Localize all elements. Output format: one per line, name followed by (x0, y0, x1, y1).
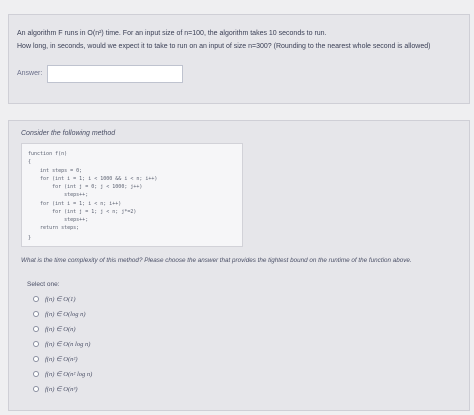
code-line: { (28, 159, 32, 165)
code-line: steps++; (28, 217, 89, 223)
code-block: function f(n) { int steps = 0; for (int … (21, 143, 243, 247)
code-line: for (int j = 0; j < 1000; j++) (28, 184, 143, 190)
option-label: f(n) ∈ O(1) (45, 296, 76, 303)
option-label: f(n) ∈ O(n³) (45, 386, 78, 393)
code-line: for (int i = 1; i < 1000 && i < n; i++) (28, 176, 158, 182)
question-2-title: Consider the following method (21, 130, 116, 137)
question-2-panel: Consider the following method function f… (8, 120, 470, 411)
code-line: int steps = 0; (28, 168, 83, 174)
option-label: f(n) ∈ O(n²) (45, 356, 78, 363)
code-line: for (int j = 1; j < n; j*=2) (28, 209, 137, 215)
option-label: f(n) ∈ O(n log n) (45, 341, 91, 348)
radio-button[interactable] (33, 356, 39, 362)
radio-button[interactable] (33, 326, 39, 332)
option-label: f(n) ∈ O(n) (45, 326, 76, 333)
option-o-1[interactable]: f(n) ∈ O(1) (33, 293, 76, 305)
answer-label: Answer: (17, 70, 43, 77)
code-line: function f(n) (28, 151, 68, 157)
option-o-log-n[interactable]: f(n) ∈ O(log n) (33, 308, 86, 320)
answer-input[interactable] (47, 65, 183, 83)
radio-button[interactable] (33, 311, 39, 317)
question-1-line-2: How long, in seconds, would we expect it… (17, 43, 431, 50)
question-1-panel: An algorithm F runs in O(n²) time. For a… (8, 14, 470, 104)
option-o-n-log-n[interactable]: f(n) ∈ O(n log n) (33, 338, 90, 350)
select-one-label: Select one: (27, 281, 60, 288)
option-o-n-squared-log-n[interactable]: f(n) ∈ O(n² log n) (33, 368, 92, 380)
radio-button[interactable] (33, 341, 39, 347)
question-1-text: An algorithm F runs in O(n²) time. For a… (17, 27, 463, 53)
code-line: return steps; (28, 225, 80, 231)
option-o-n-cubed[interactable]: f(n) ∈ O(n³) (33, 383, 78, 395)
radio-button[interactable] (33, 386, 39, 392)
option-label: f(n) ∈ O(log n) (45, 311, 86, 318)
option-o-n-squared[interactable]: f(n) ∈ O(n²) (33, 353, 78, 365)
code-line: } (28, 235, 32, 241)
question-1-line-1: An algorithm F runs in O(n²) time. For a… (17, 30, 327, 37)
radio-button[interactable] (33, 296, 39, 302)
radio-button[interactable] (33, 371, 39, 377)
code-line: steps++; (28, 192, 89, 198)
question-2-text: What is the time complexity of this meth… (21, 257, 412, 264)
option-label: f(n) ∈ O(n² log n) (45, 371, 93, 378)
option-o-n[interactable]: f(n) ∈ O(n) (33, 323, 76, 335)
code-line: for (int i = 1; i < n; i++) (28, 201, 122, 207)
